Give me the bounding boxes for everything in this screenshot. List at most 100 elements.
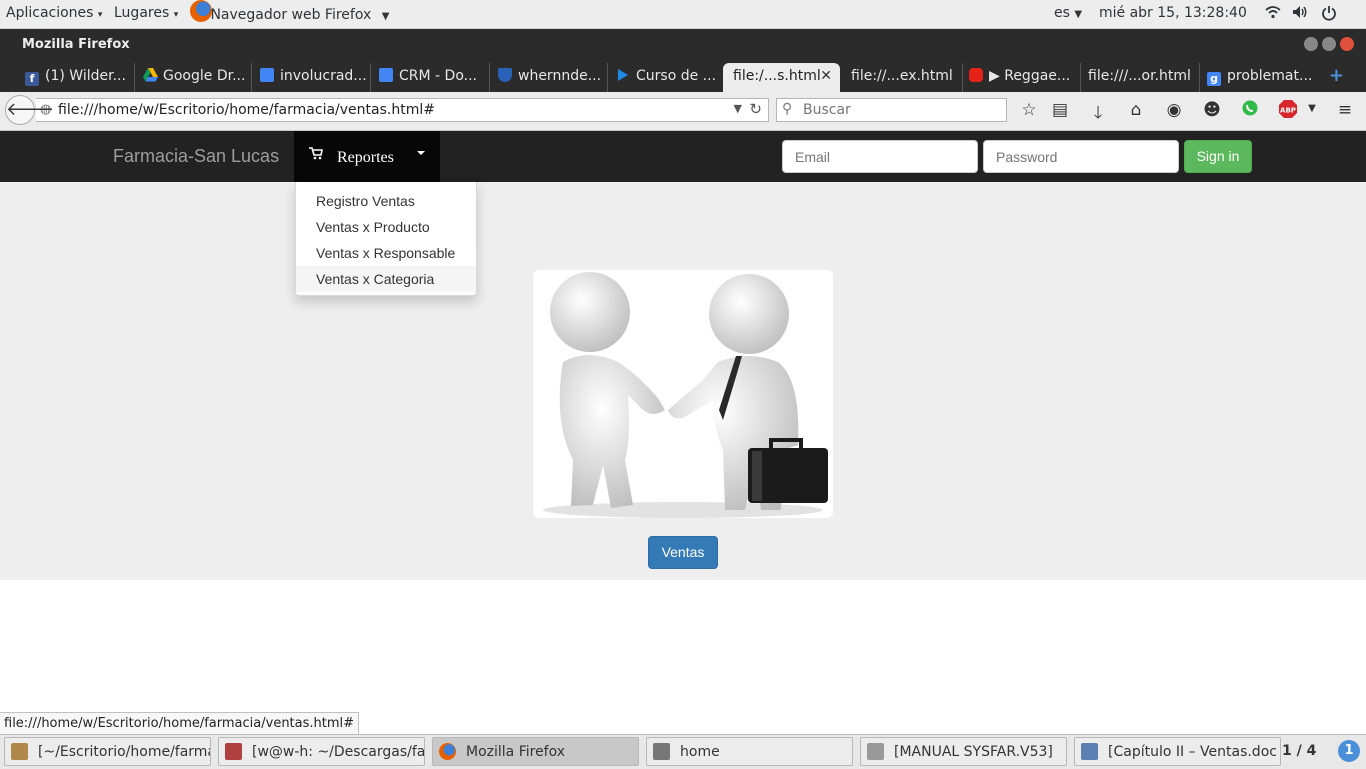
folder-icon — [653, 743, 670, 760]
writer-document-icon — [1081, 743, 1098, 760]
minimize-button[interactable] — [1304, 37, 1318, 51]
adblock-menu-icon[interactable]: ▼ — [1302, 103, 1322, 114]
hamburger-menu-icon[interactable]: ≡ — [1335, 100, 1355, 120]
hello-icon[interactable]: ◉ — [1164, 100, 1184, 120]
volume-icon[interactable] — [1292, 5, 1308, 23]
search-icon: ⚲ — [782, 101, 793, 117]
menu-item-ventas-producto[interactable]: Ventas x Producto — [296, 214, 476, 240]
tab-whernnde[interactable]: whernnde... — [489, 63, 604, 92]
tab-label: whernnde... — [518, 68, 602, 84]
applications-menu[interactable]: Aplicaciones ▾ — [6, 5, 102, 21]
maximize-button[interactable] — [1322, 37, 1336, 51]
tab-label: file://...ex.html — [851, 68, 953, 84]
bookmark-star-icon[interactable]: ☆ — [1019, 100, 1039, 120]
terminal-icon — [225, 743, 242, 760]
task-label: [Capítulo II – Ventas.doc ... — [1108, 744, 1281, 760]
reportes-dropdown-toggle[interactable]: Reportes — [294, 131, 440, 182]
menu-item-registro-ventas[interactable]: Registro Ventas — [296, 188, 476, 214]
tab-ventas-active[interactable]: file:/...s.html ✕ — [723, 63, 840, 92]
task-home-folder[interactable]: home — [646, 737, 853, 766]
window-title: Mozilla Firefox — [22, 37, 130, 52]
adblock-icon[interactable]: ABP — [1278, 100, 1298, 123]
document-icon — [867, 743, 884, 760]
caret-down-icon: ▼ — [1074, 9, 1083, 20]
tab-involucrad[interactable]: involucrad... — [251, 63, 366, 92]
menu-item-ventas-categoria[interactable]: Ventas x Categoria — [296, 266, 476, 292]
google-icon: g — [1207, 72, 1221, 86]
tab-problemat[interactable]: g problemat... — [1199, 63, 1315, 92]
active-app-menu[interactable]: Navegador web Firefox ▼ — [190, 0, 389, 25]
home-icon[interactable]: ⌂ — [1126, 100, 1146, 120]
search-input[interactable] — [801, 101, 1005, 119]
task-file-manager-farmacia[interactable]: [~/Escritorio/home/farma... — [4, 737, 211, 766]
handshake-image — [533, 270, 833, 518]
clock[interactable]: mié abr 15, 13:28:40 — [1099, 5, 1247, 21]
svg-text:ABP: ABP — [1280, 107, 1296, 115]
reload-icon[interactable]: ↻ — [749, 100, 762, 118]
places-menu-label: Lugares — [114, 5, 170, 21]
tab-google-drive[interactable]: Google Dr... — [134, 63, 249, 92]
ventas-button[interactable]: Ventas — [648, 536, 718, 569]
shield-icon — [498, 68, 512, 82]
tab-bar: f (1) Wilder... Google Dr... involucrad..… — [0, 59, 1366, 92]
tab-curso[interactable]: Curso de ... — [607, 63, 722, 92]
search-bar[interactable]: ⚲ — [776, 98, 1007, 122]
close-tab-icon[interactable]: ✕ — [820, 68, 832, 84]
google-drive-icon — [143, 68, 158, 82]
sublime-text-icon — [11, 743, 28, 760]
sign-in-button[interactable]: Sign in — [1184, 140, 1252, 173]
caret-down-icon — [417, 151, 425, 155]
window-list-taskbar: [~/Escritorio/home/farma... [w@w-h: ~/De… — [0, 734, 1366, 769]
site-brand[interactable]: Farmacia-San Lucas — [113, 146, 279, 167]
new-tab-button[interactable]: + — [1329, 65, 1344, 86]
tab-label: involucrad... — [280, 68, 366, 84]
password-field[interactable] — [983, 140, 1179, 173]
youtube-icon — [969, 68, 983, 82]
task-firefox[interactable]: Mozilla Firefox — [432, 737, 639, 766]
tab-label: file:/...s.html — [733, 68, 821, 84]
places-menu[interactable]: Lugares ▾ — [114, 5, 178, 21]
active-app-label: Navegador web Firefox — [210, 7, 372, 23]
caret-down-icon: ▾ — [97, 10, 103, 20]
language-indicator[interactable]: es ▼ — [1054, 5, 1082, 21]
url-bar[interactable]: ◍ file:///home/w/Escritorio/home/farmaci… — [36, 98, 769, 122]
reportes-dropdown-menu: Registro Ventas Ventas x Producto Ventas… — [295, 182, 477, 296]
tab-label: CRM - Do... — [399, 68, 477, 84]
tab-label: file:///...or.html — [1088, 68, 1191, 84]
email-field[interactable] — [782, 140, 978, 173]
close-window-button[interactable] — [1340, 37, 1354, 51]
tab-facebook[interactable]: f (1) Wilder... — [18, 63, 133, 92]
menu-item-ventas-responsable[interactable]: Ventas x Responsable — [296, 240, 476, 266]
web-page: Farmacia-San Lucas Reportes Sign in — [0, 131, 1366, 734]
task-terminal[interactable]: [w@w-h: ~/Descargas/far... — [218, 737, 425, 766]
task-label: [w@w-h: ~/Descargas/far... — [252, 744, 425, 760]
tab-label: Curso de ... — [636, 68, 717, 84]
whatsapp-icon[interactable] — [1240, 100, 1260, 121]
tab-crm[interactable]: CRM - Do... — [370, 63, 485, 92]
power-icon[interactable] — [1321, 5, 1337, 25]
tab-reggae[interactable]: ▶ Reggae... — [962, 63, 1078, 92]
shopping-cart-icon — [309, 147, 323, 165]
window-titlebar: Mozilla Firefox — [0, 29, 1366, 59]
reading-list-icon[interactable]: ▤ — [1050, 100, 1070, 120]
caret-down-icon: ▾ — [173, 10, 179, 20]
tab-index[interactable]: file://...ex.html — [842, 63, 960, 92]
downloads-icon[interactable]: 🡓 — [1088, 100, 1108, 129]
reportes-label: Reportes — [337, 149, 394, 166]
notification-badge[interactable]: 1 — [1338, 740, 1360, 762]
task-label: [MANUAL SYSFAR.V53] — [894, 744, 1053, 760]
back-button[interactable]: 🡐 — [5, 95, 54, 125]
wifi-icon[interactable] — [1265, 5, 1281, 23]
task-capitulo-ventas[interactable]: [Capítulo II – Ventas.doc ... — [1074, 737, 1281, 766]
task-manual-sysfar[interactable]: [MANUAL SYSFAR.V53] — [860, 737, 1067, 766]
tab-label: ▶ Reggae... — [989, 68, 1071, 84]
history-dropdown-icon[interactable]: ▼ — [734, 102, 742, 115]
workspace-pager[interactable]: 1 / 4 — [1282, 743, 1316, 759]
bookmark-icon — [616, 68, 630, 82]
site-navbar: Farmacia-San Lucas Reportes Sign in — [0, 131, 1366, 183]
top-panel: Aplicaciones ▾ Lugares ▾ Navegador web F… — [0, 0, 1366, 29]
link-status-overlay: file:///home/w/Escritorio/home/farmacia/… — [0, 712, 360, 735]
facebook-icon: f — [25, 72, 39, 86]
tab-or-html[interactable]: file:///...or.html — [1080, 63, 1198, 92]
chat-icon[interactable]: ☻ — [1202, 100, 1222, 120]
